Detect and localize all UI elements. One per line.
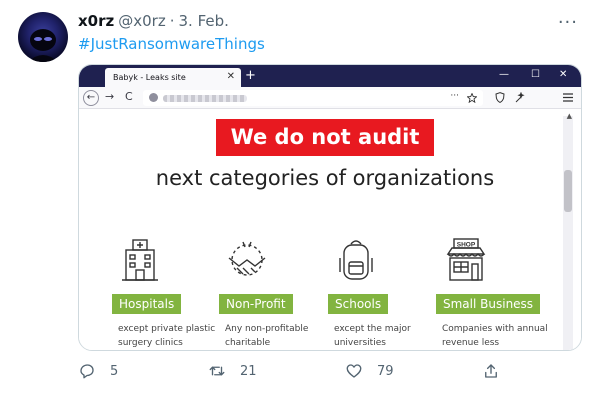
redacted-url (163, 95, 247, 102)
scrollbar[interactable] (563, 116, 573, 350)
page-actions-icon[interactable]: ··· (450, 91, 459, 101)
scroll-up-icon[interactable]: ▲ (567, 112, 572, 120)
avatar[interactable] (18, 12, 68, 62)
tweet-image[interactable]: Babyk - Leaks site ✕ + — ☐ ✕ ← → C ··· ▲… (78, 64, 582, 351)
close-window-icon[interactable]: ✕ (559, 69, 567, 80)
forward-icon[interactable]: → (105, 90, 114, 103)
shop-sign: SHOP (457, 241, 476, 248)
extensions-icon[interactable] (515, 92, 526, 103)
category-label: Hospitals (112, 294, 182, 314)
separator: · (169, 12, 175, 30)
tab-close-icon[interactable]: ✕ (227, 71, 235, 82)
tweet-header: x0rz @x0rz · 3. Feb. (78, 12, 229, 30)
leak-site-page: ▲ We do not audit next categories of org… (79, 110, 581, 350)
more-horizontal-icon[interactable]: ··· (558, 12, 578, 33)
heart-icon (346, 364, 362, 378)
site-info-icon[interactable] (149, 93, 158, 102)
back-icon[interactable]: ← (83, 90, 99, 106)
category-label: Small Business (436, 294, 541, 314)
handshake-icon (228, 241, 266, 276)
maximize-icon[interactable]: ☐ (531, 69, 540, 80)
category-label: Schools (328, 294, 389, 314)
reply-icon (80, 364, 94, 379)
like-button[interactable]: 79 (345, 362, 394, 380)
browser-titlebar: Babyk - Leaks site ✕ + — ☐ ✕ (79, 65, 581, 87)
display-name[interactable]: x0rz (78, 12, 114, 30)
url-bar[interactable]: ··· (143, 90, 483, 106)
like-count: 79 (377, 363, 394, 379)
category-description: except the major universities (334, 324, 411, 348)
tweet-actions: 5 21 79 (78, 362, 498, 384)
hooded-figure-icon (28, 29, 58, 62)
bookmark-star-icon[interactable] (467, 93, 477, 103)
subheading: next categories of organizations (155, 166, 495, 190)
reload-icon[interactable]: C (125, 90, 133, 103)
category-description: except private plastic surgery clinics (118, 324, 216, 348)
shop-icon: SHOP (446, 238, 486, 281)
user-handle[interactable]: @x0rz (118, 12, 165, 30)
backpack-icon (339, 240, 373, 280)
hospital-icon (122, 239, 158, 281)
banner-heading: We do not audit (216, 119, 434, 156)
reply-count: 5 (110, 363, 119, 379)
category-label: Non-Profit (219, 294, 293, 314)
share-button[interactable] (482, 362, 500, 380)
menu-icon[interactable] (563, 93, 573, 102)
tab-title: Babyk - Leaks site (113, 73, 186, 82)
new-tab-icon[interactable]: + (245, 68, 256, 83)
retweet-button[interactable]: 21 (208, 362, 257, 380)
hashtag-link[interactable]: #JustRansomwareThings (78, 35, 265, 53)
browser-navbar: ← → C ··· (79, 87, 581, 109)
tweet-date[interactable]: 3. Feb. (179, 12, 229, 30)
retweet-icon (209, 366, 225, 376)
category-description: Companies with annual revenue less (442, 324, 548, 348)
category-description: Any non-profitable charitable (225, 324, 309, 348)
shield-icon[interactable] (495, 92, 505, 103)
retweet-count: 21 (240, 363, 257, 379)
share-icon (485, 364, 497, 378)
reply-button[interactable]: 5 (78, 362, 118, 380)
minimize-icon[interactable]: — (499, 69, 509, 80)
browser-tab[interactable]: Babyk - Leaks site ✕ (105, 68, 241, 87)
